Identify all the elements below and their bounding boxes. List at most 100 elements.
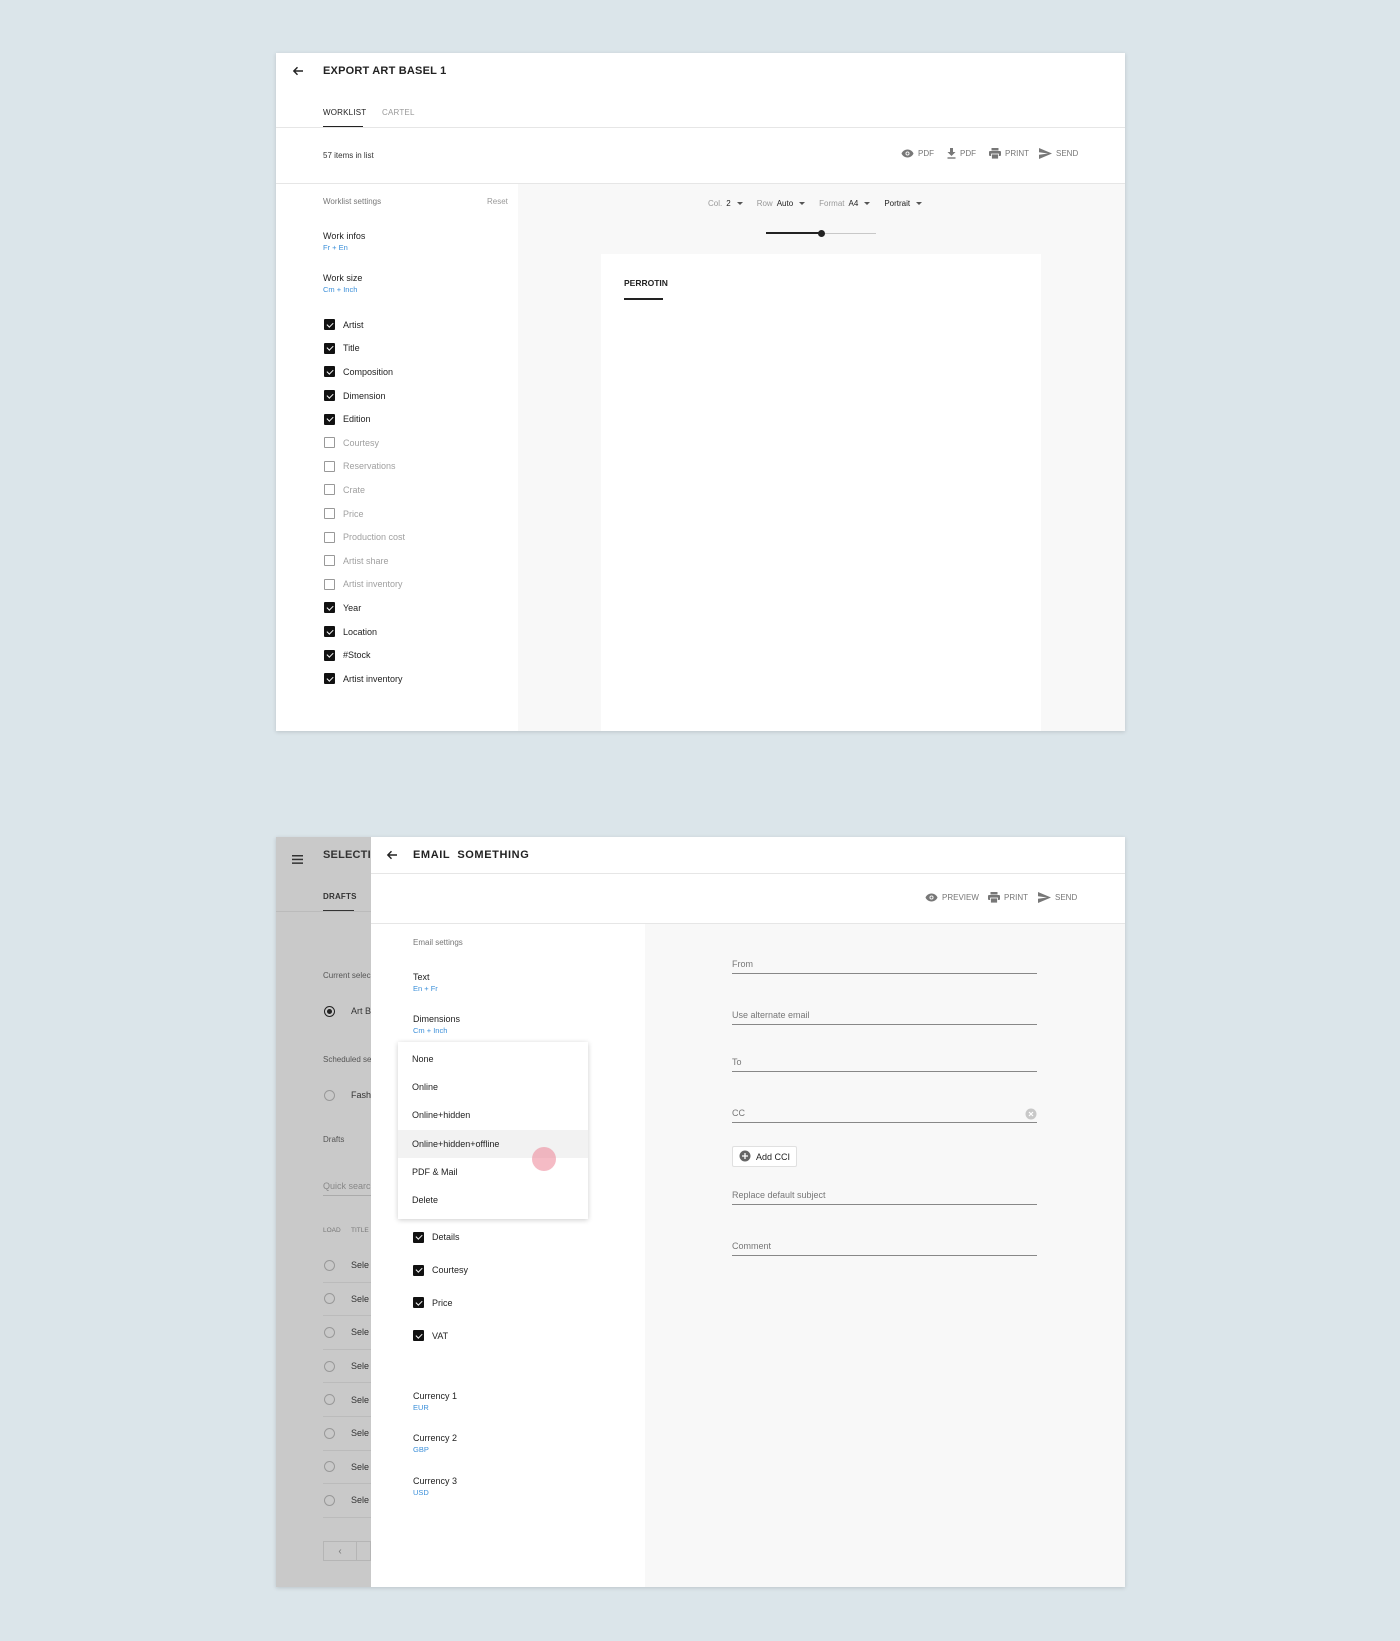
send-button[interactable]: SEND (1038, 892, 1077, 903)
menu-item-delete[interactable]: Delete (398, 1186, 588, 1214)
menu-item-online[interactable]: Online (398, 1073, 588, 1101)
list-item[interactable]: Sele (323, 1484, 371, 1518)
list-item[interactable]: Sele (323, 1350, 371, 1384)
option-vat[interactable]: VAT (413, 1319, 613, 1352)
radio[interactable] (324, 1360, 335, 1372)
text-setting[interactable]: Text En + Fr (413, 972, 438, 993)
back-arrow-icon[interactable] (292, 65, 304, 77)
checkbox[interactable] (324, 673, 335, 685)
field-title[interactable]: Title (324, 337, 514, 361)
radio[interactable] (324, 1427, 335, 1439)
radio[interactable] (324, 1259, 335, 1271)
field-year[interactable]: Year (324, 596, 514, 620)
checkbox[interactable] (413, 1330, 424, 1342)
radio[interactable] (324, 1494, 335, 1506)
print-button[interactable]: PRINT (988, 892, 1028, 903)
work-size-setting[interactable]: Work size Cm + Inch (323, 273, 362, 294)
preview-button[interactable]: PREVIEW (925, 893, 979, 902)
radio-current[interactable] (324, 1006, 335, 1017)
download-pdf-button[interactable]: PDF (947, 148, 976, 159)
checkbox[interactable] (324, 649, 335, 661)
preview-pdf-button[interactable]: PDF (901, 149, 934, 158)
field-artist-inventory-2[interactable]: Artist inventory (324, 667, 514, 691)
checkbox[interactable] (324, 578, 335, 590)
checkbox[interactable] (324, 460, 335, 472)
back-arrow-icon[interactable] (386, 849, 398, 861)
menu-item-online-hidden-offline[interactable]: Online+hidden+offline (398, 1129, 588, 1158)
comment-field[interactable]: Comment (732, 1241, 1037, 1256)
checkbox[interactable] (324, 626, 335, 638)
add-cci-button[interactable]: Add CCI (732, 1146, 798, 1167)
tab-cartel[interactable]: CARTEL (382, 108, 415, 117)
list-item[interactable]: Sele (323, 1316, 371, 1350)
radio[interactable] (324, 1326, 335, 1338)
reset-button[interactable]: Reset (487, 197, 508, 206)
field-location[interactable]: Location (324, 620, 514, 644)
field-composition[interactable]: Composition (324, 360, 514, 384)
field-edition[interactable]: Edition (324, 407, 514, 431)
checkbox[interactable] (324, 437, 335, 449)
cc-field[interactable]: CC (732, 1108, 1037, 1123)
checkbox[interactable] (413, 1264, 424, 1276)
radio[interactable] (324, 1293, 335, 1305)
tab-worklist[interactable]: WORKLIST (323, 108, 366, 117)
checkbox[interactable] (324, 602, 335, 614)
hamburger-menu-icon[interactable] (292, 851, 303, 869)
slider-thumb[interactable] (818, 230, 825, 237)
field-crate[interactable]: Crate (324, 478, 514, 502)
list-item[interactable]: Sele (323, 1383, 371, 1417)
menu-item-none[interactable]: None (398, 1045, 588, 1073)
col-select[interactable]: Col. 2 (708, 199, 743, 208)
clear-icon[interactable] (1025, 1107, 1037, 1125)
list-item[interactable]: Sele (323, 1283, 371, 1317)
option-details[interactable]: Details (413, 1221, 613, 1254)
orientation-select[interactable]: Portrait (884, 199, 923, 208)
checkbox[interactable] (324, 390, 335, 402)
field-artist[interactable]: Artist (324, 313, 514, 337)
from-field[interactable]: From (732, 959, 1037, 974)
field-artist-inventory[interactable]: Artist inventory (324, 573, 514, 597)
checkbox[interactable] (413, 1231, 424, 1243)
checkbox[interactable] (324, 342, 335, 354)
checkbox[interactable] (324, 366, 335, 378)
subject-field[interactable]: Replace default subject (732, 1190, 1037, 1205)
format-select[interactable]: Format A4 (819, 199, 871, 208)
field-dimension[interactable]: Dimension (324, 384, 514, 408)
list-item[interactable]: Sele (323, 1249, 371, 1283)
dimensions-setting[interactable]: Dimensions Cm + Inch (413, 1014, 460, 1035)
currency-1-setting[interactable]: Currency 1 EUR (413, 1391, 457, 1412)
zoom-slider[interactable] (766, 230, 876, 237)
checkbox[interactable] (324, 531, 335, 543)
checkbox[interactable] (324, 413, 335, 425)
checkbox[interactable] (413, 1297, 424, 1309)
menu-item-online-hidden[interactable]: Online+hidden (398, 1101, 588, 1129)
checkbox[interactable] (324, 555, 335, 567)
menu-item-pdf-mail[interactable]: PDF & Mail (398, 1158, 588, 1186)
prev-page-button[interactable]: ‹ (324, 1542, 357, 1560)
checkbox[interactable] (324, 508, 335, 520)
send-button[interactable]: SEND (1039, 148, 1078, 159)
work-infos-setting[interactable]: Work infos Fr + En (323, 231, 365, 252)
currency-3-setting[interactable]: Currency 3 USD (413, 1476, 457, 1497)
checkbox[interactable] (324, 484, 335, 496)
radio[interactable] (324, 1394, 335, 1406)
field-price[interactable]: Price (324, 502, 514, 526)
alternate-email-field[interactable]: Use alternate email (732, 1010, 1037, 1025)
tab-drafts[interactable]: DRAFTS (323, 892, 357, 901)
checkbox[interactable] (324, 319, 335, 331)
list-item[interactable]: Sele (323, 1417, 371, 1451)
field-courtesy[interactable]: Courtesy (324, 431, 514, 455)
field-production-cost[interactable]: Production cost (324, 525, 514, 549)
print-button[interactable]: PRINT (989, 148, 1029, 159)
radio-scheduled[interactable] (324, 1090, 335, 1101)
quick-search-input[interactable]: Quick searc (323, 1181, 371, 1191)
field-artist-share[interactable]: Artist share (324, 549, 514, 573)
option-price[interactable]: Price (413, 1287, 613, 1320)
list-item[interactable]: Sele (323, 1451, 371, 1485)
radio[interactable] (324, 1461, 335, 1473)
to-field[interactable]: To (732, 1057, 1037, 1072)
field-stock[interactable]: #Stock (324, 643, 514, 667)
field-reservations[interactable]: Reservations (324, 455, 514, 479)
row-select[interactable]: Row Auto (757, 199, 806, 208)
option-courtesy[interactable]: Courtesy (413, 1254, 613, 1287)
